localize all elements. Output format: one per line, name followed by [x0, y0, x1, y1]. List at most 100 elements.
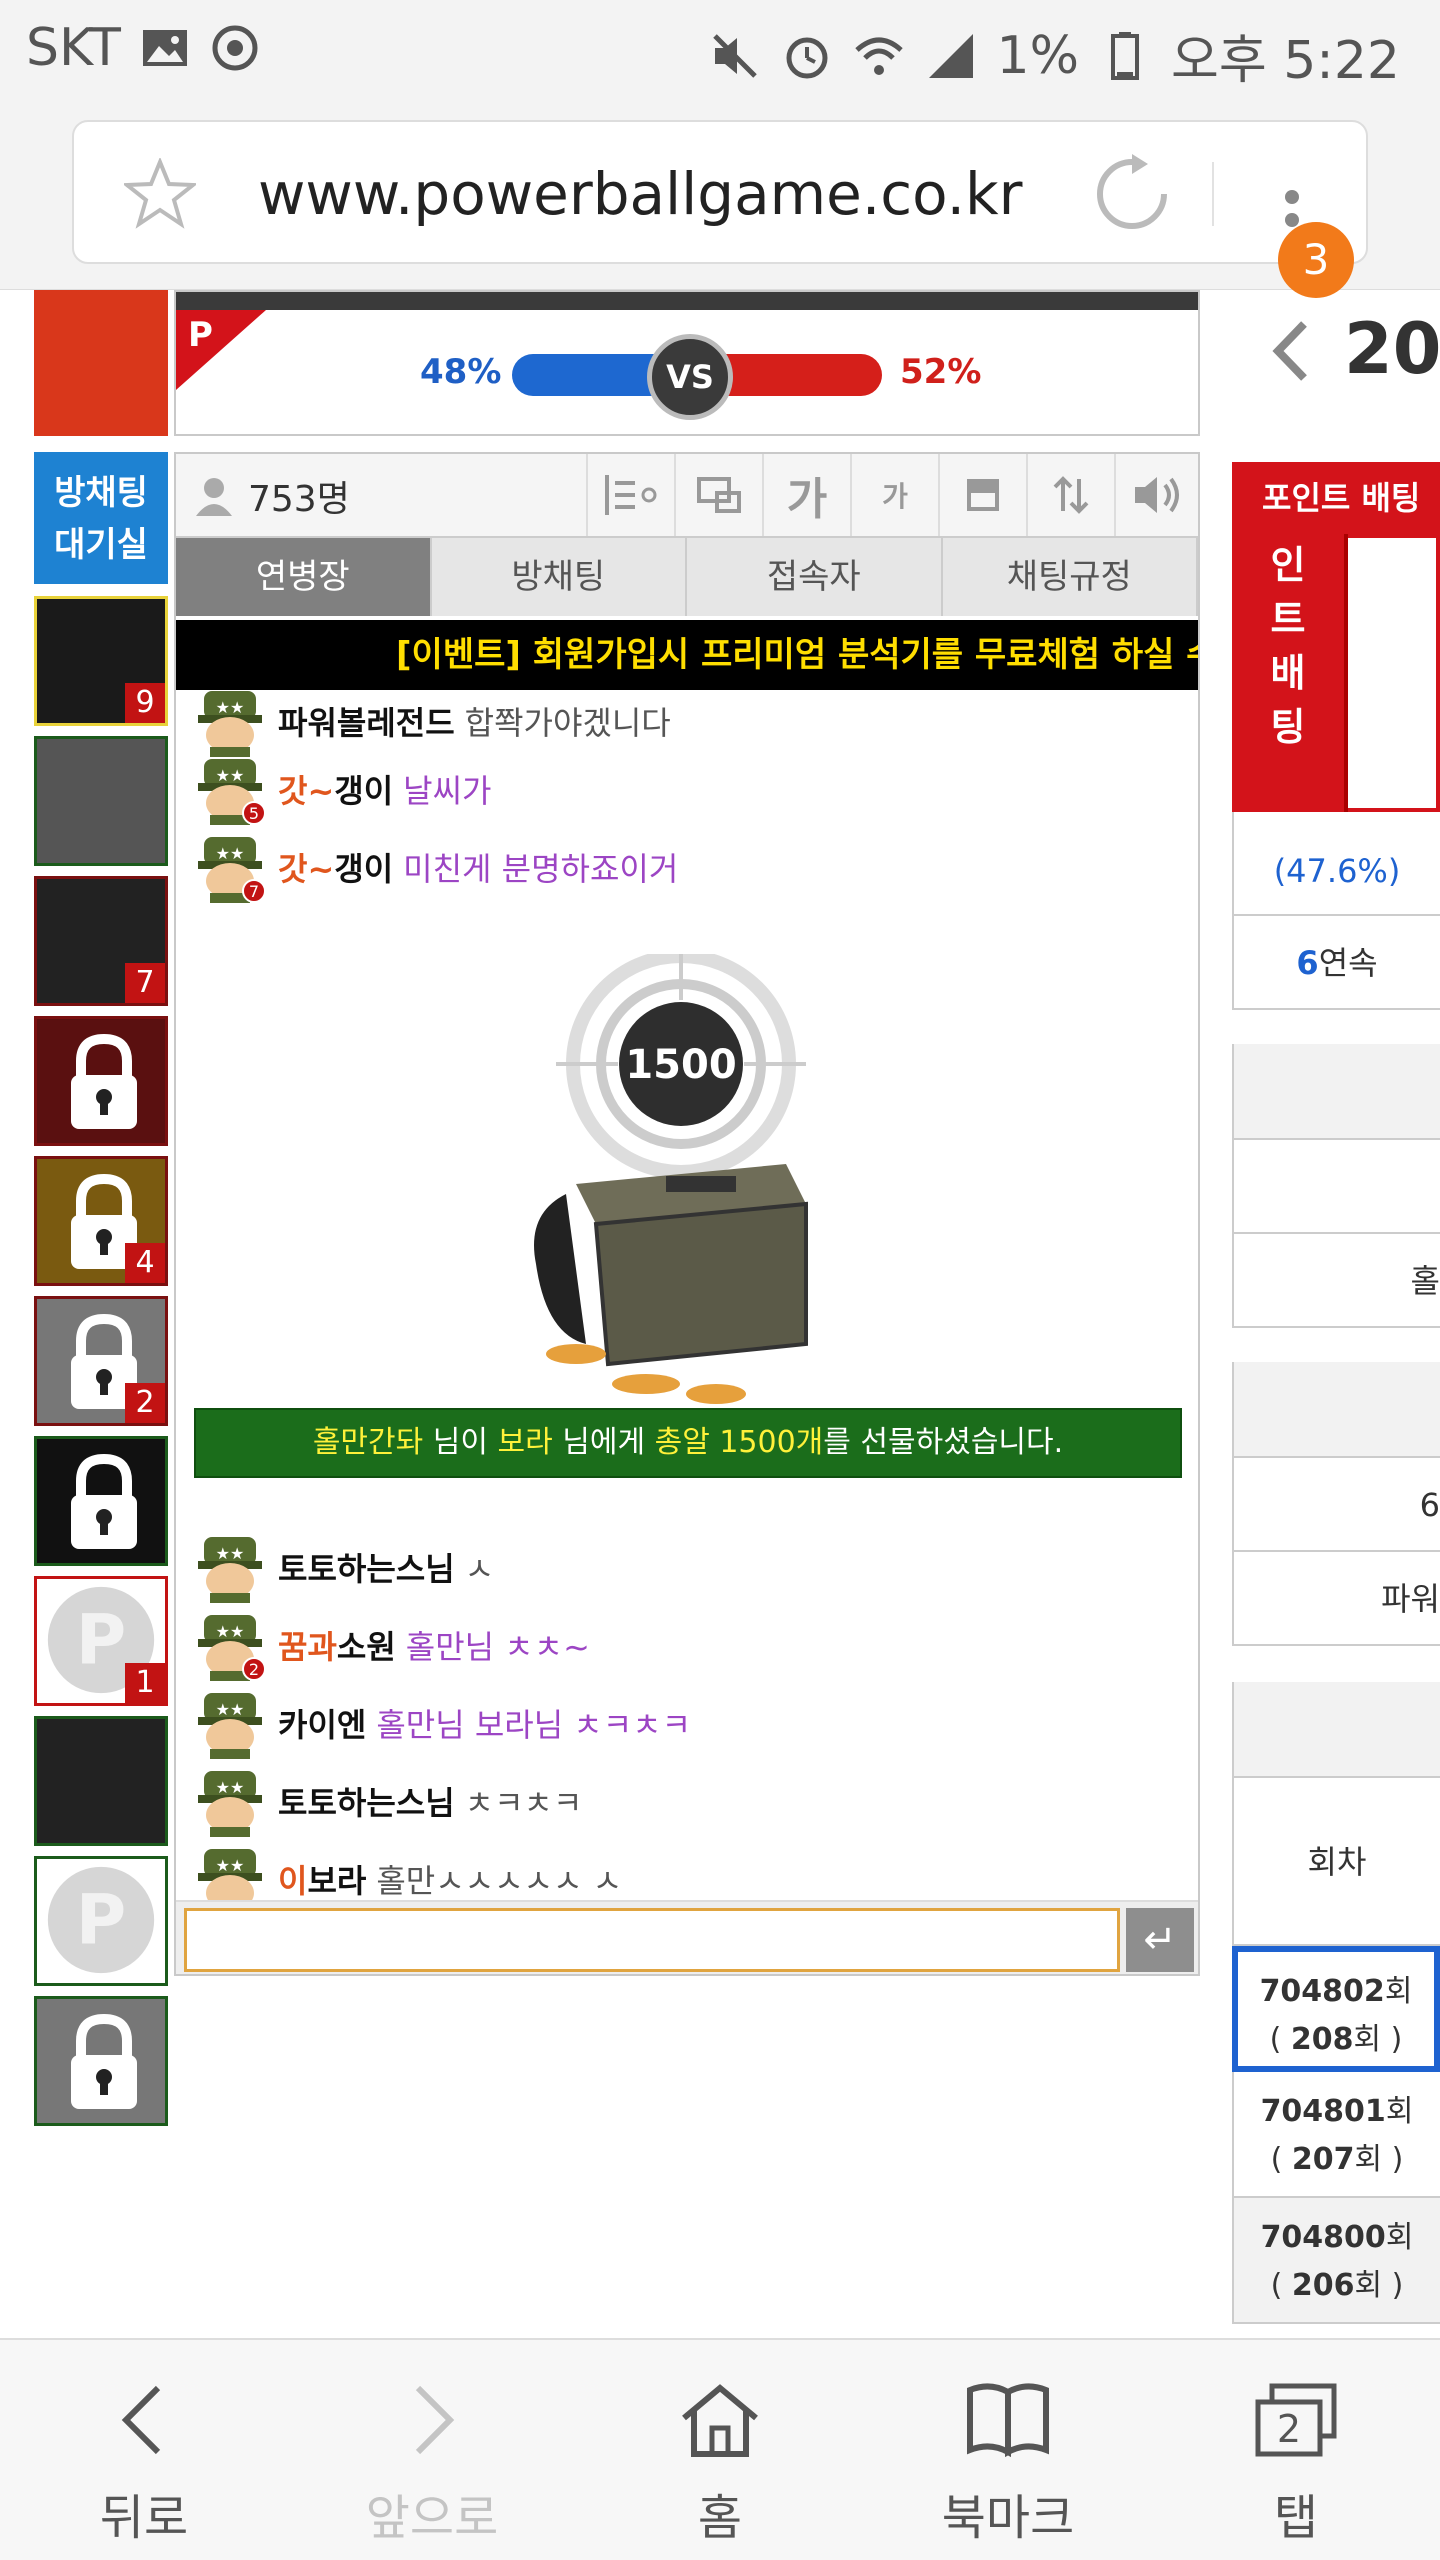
tab-chat-rules[interactable]: 채팅규정: [942, 538, 1198, 616]
tabs-button[interactable]: 2 탭: [1152, 2340, 1440, 2560]
stats-header-1: [1232, 1044, 1440, 1140]
room-thumbnail[interactable]: [34, 1716, 168, 1846]
list-style-button[interactable]: [586, 454, 674, 536]
round-row[interactable]: 704800회 ( 206회 ): [1232, 2198, 1440, 2324]
room-thumbnail[interactable]: P1: [34, 1576, 168, 1706]
room-thumbnail[interactable]: 2: [34, 1296, 168, 1426]
round-row[interactable]: 704802회 ( 208회 ): [1232, 1946, 1440, 2072]
round-column-header: 회차: [1232, 1778, 1440, 1946]
user-count: 753명: [192, 470, 350, 522]
gift-item: 총알 1500개: [654, 1425, 824, 1460]
room-thumbnail[interactable]: 9: [34, 596, 168, 726]
chat-username[interactable]: 토토하는스님: [278, 1778, 455, 1824]
username-text: 소원: [336, 1628, 396, 1666]
prev-chevron-icon[interactable]: [1270, 318, 1310, 384]
box-button[interactable]: [938, 454, 1026, 536]
rank-avatar-icon: ★★: [198, 1693, 262, 1759]
back-label: 뒤로: [99, 2490, 189, 2546]
username-text: 갱이: [334, 850, 394, 888]
url-text[interactable]: www.powerballgame.co.kr: [258, 160, 1022, 228]
username-text: 보라: [307, 1862, 367, 1900]
chat-message: ★★ 2 꿈과소원 홀만님 ㅊㅊ~: [194, 1610, 590, 1681]
window-button[interactable]: [674, 454, 762, 536]
font-small-button[interactable]: 가: [850, 454, 938, 536]
svg-text:★★: ★★: [216, 1544, 245, 1563]
chat-text: 합쫙가야겠니다: [464, 704, 671, 742]
home-label: 홈: [697, 2490, 743, 2546]
svg-text:5: 5: [249, 804, 259, 823]
svg-text:★★: ★★: [216, 1700, 245, 1719]
right-percent: 52%: [900, 352, 982, 392]
address-bar[interactable]: www.powerballgame.co.kr: [72, 120, 1368, 264]
rank-avatar-icon: ★★5: [198, 759, 266, 825]
bookmarks-label: 북마크: [941, 2490, 1075, 2546]
left-percent: 48%: [420, 352, 502, 392]
room-thumbnail[interactable]: 4: [34, 1156, 168, 1286]
chat-text: 홀만님 ㅊㅊ~: [405, 1628, 590, 1666]
user-count-label: 753명: [248, 479, 350, 520]
streak-cell: 6연속: [1232, 916, 1440, 1010]
waiting-room-label-1: 방채팅: [54, 473, 148, 513]
chat-username[interactable]: 토토하는스님: [278, 1544, 455, 1590]
chat-username[interactable]: 갓~갱이: [278, 844, 393, 890]
username-text: 카이엔: [278, 1706, 367, 1744]
round-header-label: 회차: [1307, 1843, 1367, 1881]
svg-text:2: 2: [249, 1660, 259, 1679]
round-sub-line: ( 206회 ): [1270, 2268, 1404, 2303]
bookmarks-button[interactable]: 북마크: [864, 2340, 1152, 2560]
round-number: 704800: [1260, 2220, 1386, 2255]
chat-input[interactable]: [184, 1908, 1120, 1972]
vbet-char-2: 트: [1270, 597, 1306, 641]
gift-text-3: 를 선물하셨습니다.: [823, 1425, 1064, 1460]
point-bet-side-tab[interactable]: 인 트 배 팅: [1232, 534, 1348, 812]
chat-username[interactable]: 파워볼레전드: [278, 698, 455, 744]
tab-users[interactable]: 접속자: [687, 538, 943, 616]
round-row[interactable]: 704801회 ( 207회 ): [1232, 2072, 1440, 2198]
chat-panel: 753명 가 가 연병장 방채팅 접속자 채팅규정 [이벤트] 회원가입시 프리…: [174, 452, 1200, 1976]
lock-icon: [71, 2013, 137, 2109]
sound-button[interactable]: [1114, 454, 1198, 536]
chat-username[interactable]: 갓~갱이: [278, 766, 393, 812]
users-icon: [196, 478, 232, 516]
sort-button[interactable]: [1026, 454, 1114, 536]
svg-text:★★: ★★: [216, 844, 245, 863]
round-number: 704802: [1259, 1974, 1385, 2009]
default-p-avatar-icon: P: [47, 1866, 155, 1974]
vs-top-line: [176, 292, 1198, 310]
svg-text:7: 7: [249, 882, 259, 901]
home-icon: [682, 2384, 758, 2457]
waiting-room-button[interactable]: 방채팅 대기실: [34, 452, 168, 584]
font-large-button[interactable]: 가: [762, 454, 850, 536]
speaker-icon: [1135, 477, 1179, 513]
chat-text: 미친게 분명하죠이거: [403, 850, 679, 888]
send-button[interactable]: ↵: [1126, 1908, 1194, 1972]
chat-text: 홀만ㅅㅅㅅㅅㅅ ㅅ: [376, 1862, 623, 1900]
stats-cell-3: 6: [1232, 1458, 1440, 1552]
bookmark-star-icon[interactable]: [124, 158, 196, 230]
forward-button[interactable]: 앞으로: [288, 2340, 576, 2560]
chat-toolbar: 753명 가 가: [176, 454, 1198, 538]
room-thumbnail[interactable]: [34, 1436, 168, 1566]
tab-main-hall[interactable]: 연병장: [176, 538, 432, 616]
vbet-char-4: 팅: [1270, 705, 1306, 749]
tab-room-chat[interactable]: 방채팅: [431, 538, 687, 616]
gift-text-2: 님에게: [552, 1425, 655, 1460]
more-menu-icon[interactable]: [1282, 162, 1302, 232]
chat-username[interactable]: 카이엔: [278, 1700, 366, 1746]
reload-icon[interactable]: [1090, 152, 1174, 236]
chat-username[interactable]: 꿈과소원: [278, 1622, 396, 1668]
event-notice[interactable]: [이벤트] 회원가입시 프리미엄 분석기를 무료체험 하실 수: [176, 620, 1198, 690]
back-button[interactable]: 뒤로: [0, 2340, 288, 2560]
point-bet-button[interactable]: 포인트 배팅: [1232, 462, 1440, 534]
vs-badge: VS: [647, 334, 733, 420]
room-thumbnail[interactable]: 7: [34, 876, 168, 1006]
chat-message: ★★ 5 갓~갱이 날씨가: [194, 754, 491, 825]
room-thumbnail[interactable]: [34, 736, 168, 866]
gift-announcement: 홀만간돠 님이 보라 님에게 총알 1500개를 선물하셨습니다.: [194, 1408, 1182, 1478]
home-button[interactable]: 홈: [576, 2340, 864, 2560]
chat-username[interactable]: 이보라: [278, 1856, 366, 1902]
room-thumbnail[interactable]: [34, 1996, 168, 2126]
room-badge: 1: [125, 1663, 165, 1703]
room-thumbnail[interactable]: [34, 1016, 168, 1146]
room-thumbnail[interactable]: P: [34, 1856, 168, 1986]
